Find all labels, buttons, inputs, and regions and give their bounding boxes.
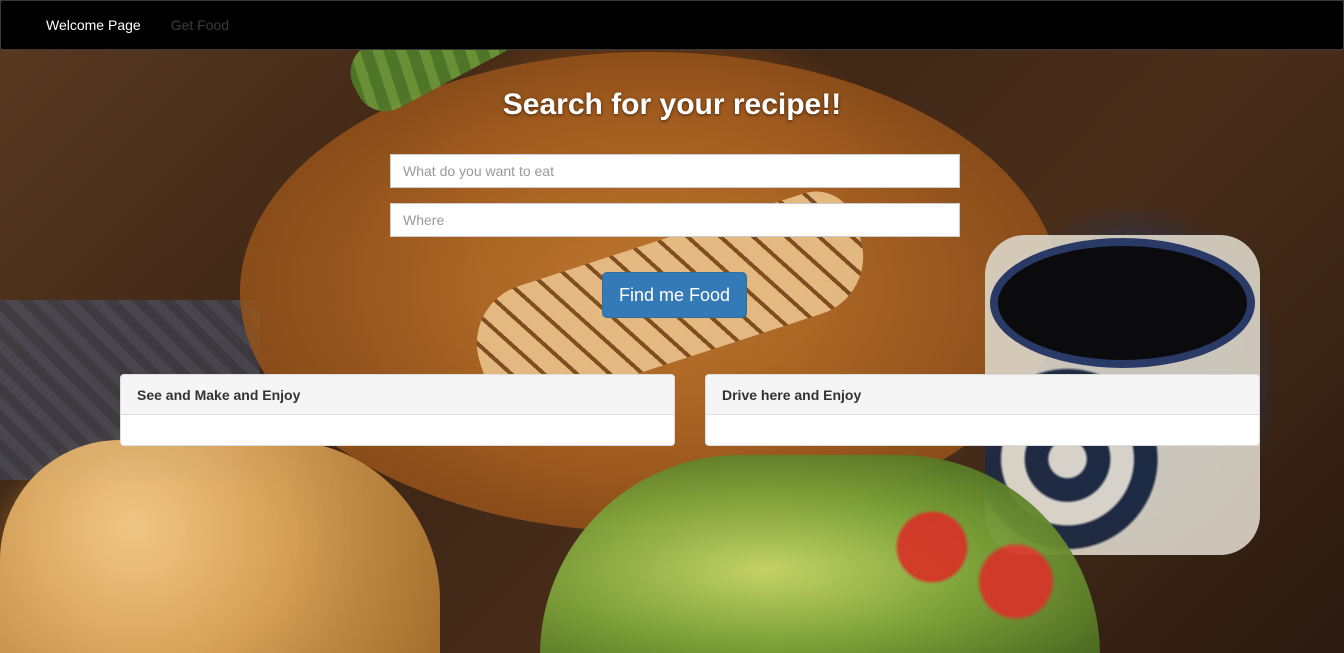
- food-search-input[interactable]: [390, 154, 960, 188]
- page-title: Search for your recipe!!: [502, 88, 842, 121]
- restaurant-panel: Drive here and Enjoy: [705, 374, 1260, 446]
- recipe-panel: See and Make and Enjoy: [120, 374, 675, 446]
- recipe-panel-body: [121, 415, 674, 445]
- bread-rolls: [0, 440, 440, 653]
- nav-link-get-food[interactable]: Get Food: [171, 17, 229, 33]
- nav-brand-welcome-page[interactable]: Welcome Page: [46, 17, 141, 33]
- page: Welcome Page Get Food Search for your re…: [0, 0, 1344, 653]
- restaurant-panel-heading: Drive here and Enjoy: [706, 375, 1259, 415]
- restaurant-panel-body: [706, 415, 1259, 445]
- location-input[interactable]: [390, 203, 960, 237]
- find-food-button[interactable]: Find me Food: [602, 272, 747, 318]
- coffee-in-mug: [990, 238, 1255, 368]
- recipe-panel-heading: See and Make and Enjoy: [121, 375, 674, 415]
- top-navbar: Welcome Page Get Food: [0, 0, 1344, 50]
